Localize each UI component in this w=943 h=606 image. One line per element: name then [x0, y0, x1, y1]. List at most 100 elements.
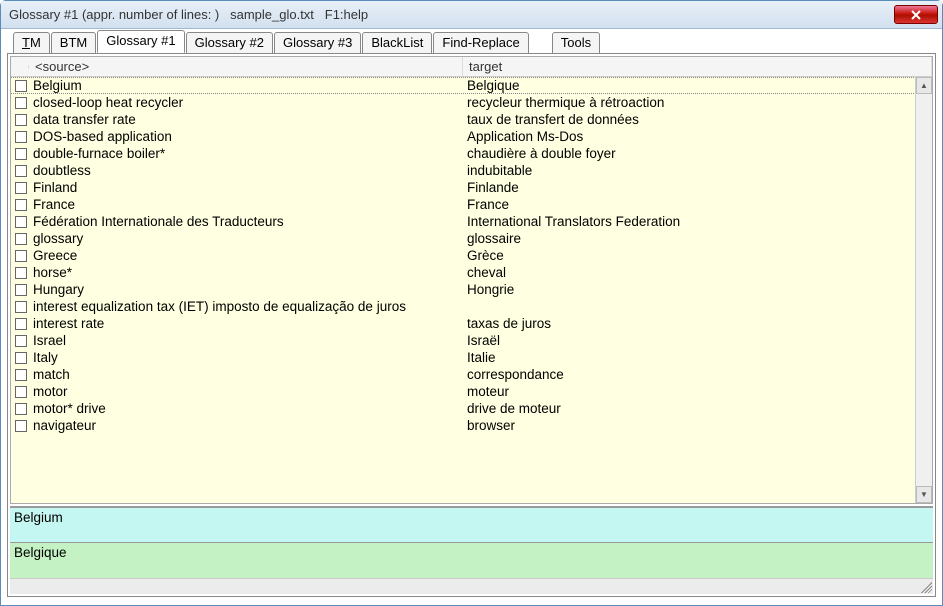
row-source: interest rate	[29, 316, 463, 331]
row-checkbox[interactable]	[15, 182, 27, 194]
row-target: France	[463, 197, 915, 212]
row-source: Belgium	[29, 78, 463, 93]
row-source: motor	[29, 384, 463, 399]
row-checkbox[interactable]	[15, 148, 27, 160]
row-checkbox[interactable]	[15, 420, 27, 432]
row-source: Finland	[29, 180, 463, 195]
row-checkbox[interactable]	[15, 131, 27, 143]
row-checkbox[interactable]	[15, 165, 27, 177]
row-checkbox[interactable]	[15, 386, 27, 398]
row-checkbox-cell	[11, 233, 29, 245]
row-target: taxas de juros	[463, 316, 915, 331]
table-row[interactable]: Fédération Internationale des Traducteur…	[11, 213, 932, 230]
table-row[interactable]: double-furnace boiler*chaudière à double…	[11, 145, 932, 162]
row-checkbox-cell	[11, 301, 29, 313]
tab-blacklist[interactable]: BlackList	[362, 32, 432, 54]
row-checkbox[interactable]	[15, 335, 27, 347]
table-row[interactable]: GreeceGrèce	[11, 247, 932, 264]
column-headers: <source> target	[11, 57, 932, 77]
tab-tools[interactable]: Tools	[552, 32, 600, 54]
row-checkbox-cell	[11, 182, 29, 194]
row-target: chaudière à double foyer	[463, 146, 915, 161]
row-checkbox[interactable]	[15, 97, 27, 109]
row-checkbox-cell	[11, 284, 29, 296]
row-checkbox[interactable]	[15, 216, 27, 228]
source-entry-panel[interactable]: Belgium	[10, 506, 933, 542]
table-row[interactable]: motormoteur	[11, 383, 932, 400]
table-row[interactable]: matchcorrespondance	[11, 366, 932, 383]
list-body[interactable]: ▲ ▼ BelgiumBelgiqueclosed-loop heat recy…	[11, 77, 932, 503]
row-checkbox-cell	[11, 369, 29, 381]
row-checkbox[interactable]	[15, 114, 27, 126]
vertical-scrollbar[interactable]: ▲ ▼	[915, 77, 932, 503]
row-target: Italie	[463, 350, 915, 365]
row-checkbox-cell	[11, 386, 29, 398]
tab-btm[interactable]: BTM	[51, 32, 96, 54]
target-entry-panel[interactable]: Belgique	[10, 542, 933, 578]
status-bar	[10, 578, 933, 594]
header-source[interactable]: <source>	[29, 57, 463, 76]
table-row[interactable]: FranceFrance	[11, 196, 932, 213]
close-button[interactable]	[894, 5, 938, 24]
row-target: Belgique	[463, 78, 915, 93]
table-row[interactable]: FinlandFinlande	[11, 179, 932, 196]
row-target: International Translators Federation	[463, 214, 915, 229]
table-row[interactable]: horse*cheval	[11, 264, 932, 281]
scroll-down-button[interactable]: ▼	[916, 486, 932, 503]
target-entry-text: Belgique	[10, 543, 933, 562]
tab-tm[interactable]: TM	[13, 32, 50, 54]
row-target: Hongrie	[463, 282, 915, 297]
row-checkbox-cell	[11, 114, 29, 126]
scroll-up-button[interactable]: ▲	[916, 77, 932, 94]
row-checkbox[interactable]	[15, 403, 27, 415]
row-checkbox[interactable]	[15, 318, 27, 330]
row-source: double-furnace boiler*	[29, 146, 463, 161]
table-row[interactable]: interest equalization tax (IET) imposto …	[11, 298, 932, 315]
row-checkbox-cell	[11, 318, 29, 330]
row-target: cheval	[463, 265, 915, 280]
header-target[interactable]: target	[463, 57, 932, 76]
row-checkbox-cell	[11, 250, 29, 262]
table-row[interactable]: motor* drivedrive de moteur	[11, 400, 932, 417]
row-source: Greece	[29, 248, 463, 263]
row-checkbox[interactable]	[15, 301, 27, 313]
table-row[interactable]: interest ratetaxas de juros	[11, 315, 932, 332]
row-checkbox[interactable]	[15, 267, 27, 279]
tab-glossary-2[interactable]: Glossary #2	[186, 32, 273, 54]
row-checkbox[interactable]	[15, 80, 27, 92]
table-row[interactable]: BelgiumBelgique	[11, 77, 932, 94]
table-row[interactable]: navigateurbrowser	[11, 417, 932, 434]
row-checkbox[interactable]	[15, 233, 27, 245]
table-row[interactable]: doubtlessindubitable	[11, 162, 932, 179]
table-row[interactable]: HungaryHongrie	[11, 281, 932, 298]
table-row[interactable]: data transfer ratetaux de transfert de d…	[11, 111, 932, 128]
row-checkbox-cell	[11, 420, 29, 432]
table-row[interactable]: closed-loop heat recyclerrecycleur therm…	[11, 94, 932, 111]
row-checkbox[interactable]	[15, 284, 27, 296]
row-checkbox[interactable]	[15, 369, 27, 381]
table-row[interactable]: IsraelIsraël	[11, 332, 932, 349]
row-source: Hungary	[29, 282, 463, 297]
table-row[interactable]: ItalyItalie	[11, 349, 932, 366]
row-source: glossary	[29, 231, 463, 246]
row-target: Application Ms-Dos	[463, 129, 915, 144]
row-checkbox[interactable]	[15, 250, 27, 262]
close-icon	[910, 10, 922, 20]
source-entry-text: Belgium	[10, 508, 933, 527]
content-area: <source> target ▲ ▼ BelgiumBelgiqueclose…	[7, 53, 936, 597]
tab-glossary-3[interactable]: Glossary #3	[274, 32, 361, 54]
tab-glossary-1[interactable]: Glossary #1	[97, 30, 184, 53]
table-row[interactable]: DOS-based applicationApplication Ms-Dos	[11, 128, 932, 145]
row-checkbox[interactable]	[15, 199, 27, 211]
row-checkbox-cell	[11, 403, 29, 415]
row-source: Italy	[29, 350, 463, 365]
row-checkbox[interactable]	[15, 352, 27, 364]
resize-grip[interactable]	[918, 579, 932, 593]
table-row[interactable]: glossaryglossaire	[11, 230, 932, 247]
row-source: navigateur	[29, 418, 463, 433]
row-source: horse*	[29, 265, 463, 280]
row-target: indubitable	[463, 163, 915, 178]
row-source: data transfer rate	[29, 112, 463, 127]
tab-find-replace[interactable]: Find-Replace	[433, 32, 528, 54]
row-source: DOS-based application	[29, 129, 463, 144]
